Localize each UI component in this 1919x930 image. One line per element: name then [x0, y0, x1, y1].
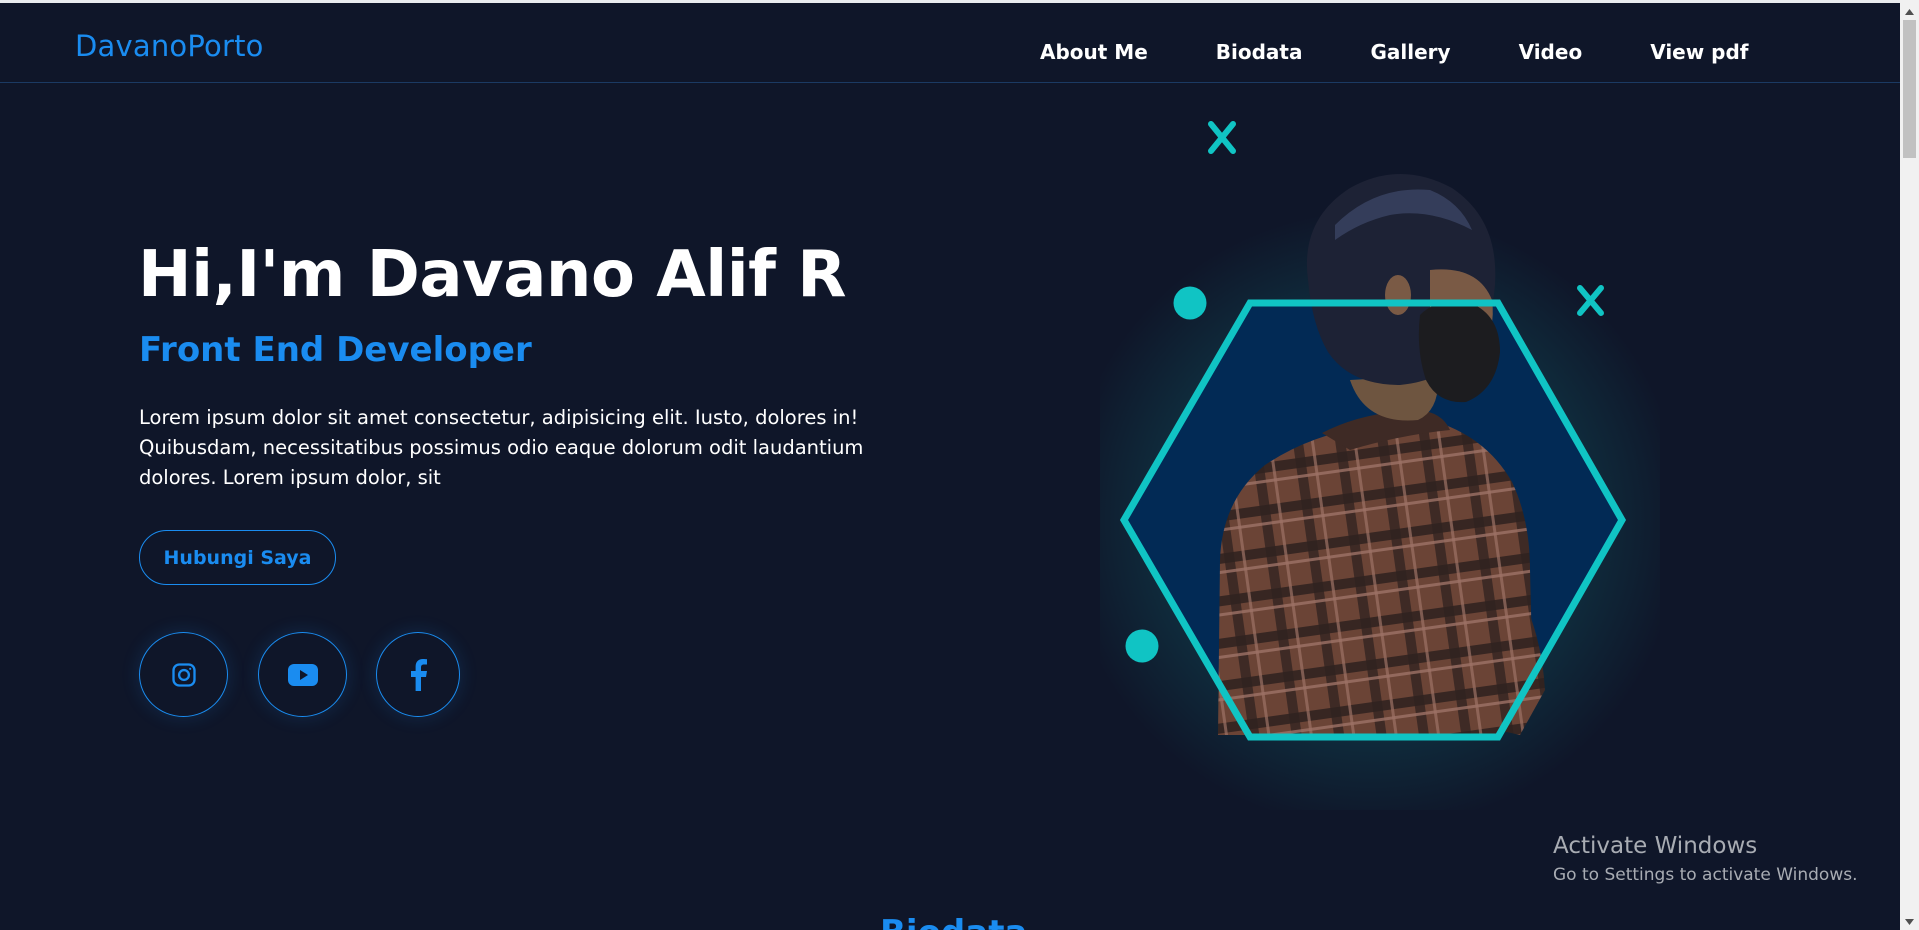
scroll-down-arrow-icon[interactable]: [1900, 913, 1919, 930]
nav-link-biodata[interactable]: Biodata: [1216, 40, 1303, 64]
vertical-scrollbar[interactable]: [1900, 0, 1919, 930]
hero-visual: [1063, 90, 1683, 830]
youtube-link[interactable]: [258, 632, 347, 717]
nav-link-about-me[interactable]: About Me: [1040, 40, 1148, 64]
nav-links: About Me Biodata Gallery Video View pdf: [1040, 40, 1749, 64]
facebook-link[interactable]: [376, 632, 460, 717]
windows-activation-watermark: Activate Windows Go to Settings to activ…: [1553, 833, 1858, 885]
biodata-section-heading: Biodata: [880, 913, 1027, 930]
contact-button[interactable]: Hubungi Saya: [139, 530, 336, 585]
facebook-icon: [411, 658, 427, 691]
instagram-link[interactable]: [139, 632, 228, 717]
decor-x-top: [1208, 121, 1236, 154]
watermark-title: Activate Windows: [1553, 833, 1758, 859]
portfolio-page: DavanoPorto About Me Biodata Gallery Vid…: [0, 0, 1919, 930]
hero-title: Hi,I'm Davano Alif R: [138, 238, 847, 312]
nav-link-gallery[interactable]: Gallery: [1370, 40, 1450, 64]
hero-description: Lorem ipsum dolor sit amet consectetur, …: [139, 406, 864, 489]
profile-hexagon-image: [1063, 121, 1683, 830]
scrollbar-thumb[interactable]: [1903, 20, 1916, 158]
watermark-subtitle: Go to Settings to activate Windows.: [1553, 865, 1858, 885]
social-links: [139, 632, 460, 717]
navbar: DavanoPorto About Me Biodata Gallery Vid…: [0, 3, 1900, 83]
brand-logo[interactable]: DavanoPorto: [75, 29, 264, 63]
nav-link-view-pdf[interactable]: View pdf: [1650, 40, 1748, 64]
hero-subtitle: Front End Developer: [139, 330, 532, 370]
scroll-up-arrow-icon[interactable]: [1900, 3, 1919, 20]
instagram-icon: [171, 662, 196, 687]
nav-link-video[interactable]: Video: [1519, 40, 1583, 64]
youtube-icon: [287, 663, 318, 686]
